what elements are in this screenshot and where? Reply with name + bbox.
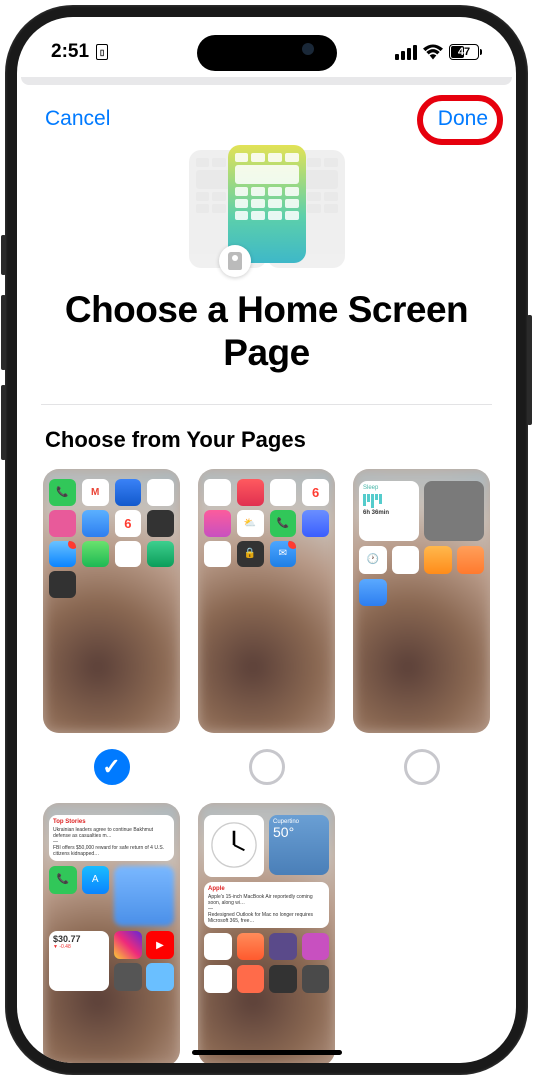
- sheet-backdrop: [21, 77, 512, 85]
- phone-app-icon: 📞: [49, 479, 76, 506]
- volume-up-button: [1, 295, 6, 370]
- hero-illustration: [17, 139, 516, 275]
- page-radio-selected[interactable]: [94, 749, 130, 785]
- widget: [424, 481, 484, 541]
- news-widget-2: Apple Apple's 15-inch MacBook Air report…: [204, 882, 329, 928]
- cellular-signal-icon: [395, 45, 417, 60]
- app-icon: [302, 965, 330, 993]
- mail-app-icon: ✉: [270, 541, 297, 568]
- phone-frame: 2:51 ▯ 47: [5, 5, 528, 1075]
- focus-badge-icon: [219, 245, 251, 277]
- sim-icon: ▯: [96, 44, 108, 60]
- app-icon: [237, 933, 265, 961]
- app-icon: [302, 510, 329, 537]
- app-icon: [49, 510, 76, 537]
- app-icon: [49, 541, 76, 568]
- app-icon: [302, 933, 330, 961]
- page-radio[interactable]: [249, 749, 285, 785]
- page-thumbnail: Sleep 6h 36min 🕐: [353, 469, 490, 732]
- widget: [114, 866, 174, 926]
- appstore-app-icon: A: [82, 866, 110, 894]
- weather-widget: Cupertino 50°: [269, 815, 329, 875]
- dynamic-island: [197, 35, 337, 71]
- phone-app-icon: 📞: [49, 866, 77, 894]
- page-option-4[interactable]: Top Stories Ukrainian leaders agree to c…: [43, 803, 180, 1063]
- instagram-app-icon: [114, 931, 142, 959]
- done-button[interactable]: Done: [438, 107, 488, 131]
- section-header: Choose from Your Pages: [17, 405, 516, 469]
- page-option-1[interactable]: 📞 M ✱ 6 ▲: [43, 469, 180, 784]
- app-icon: [147, 541, 174, 568]
- wifi-icon: [423, 44, 443, 60]
- drive-app-icon: ▲: [115, 541, 142, 568]
- news-widget: Top Stories Ukrainian leaders agree to c…: [49, 815, 174, 862]
- volume-down-button: [1, 385, 6, 460]
- app-icon: [204, 541, 231, 568]
- status-time: 2:51: [51, 41, 89, 63]
- podcasts-app-icon: [269, 933, 297, 961]
- page-thumbnail: Top Stories Ukrainian leaders agree to c…: [43, 803, 180, 1063]
- app-icon: [204, 933, 232, 961]
- slack-app-icon: ✱: [147, 479, 174, 506]
- front-camera: [302, 43, 314, 55]
- page-option-3[interactable]: Sleep 6h 36min 🕐: [353, 469, 490, 784]
- app-icon: [82, 541, 109, 568]
- mute-switch: [1, 235, 6, 275]
- app-icon: [115, 479, 142, 506]
- calendar-app-icon: 6: [115, 510, 142, 537]
- cancel-button[interactable]: Cancel: [45, 107, 110, 131]
- app-icon: [237, 965, 265, 993]
- sleep-widget: Sleep 6h 36min: [359, 481, 419, 541]
- authenticator-app-icon: 🔒: [237, 541, 264, 568]
- app-icon: [269, 965, 297, 993]
- app-icon: [146, 963, 174, 991]
- app-icon: [147, 510, 174, 537]
- nav-bar: Cancel Done: [17, 85, 516, 139]
- calendar-app-icon: 6: [302, 479, 329, 506]
- app-icon: [204, 510, 231, 537]
- clock-app-icon: 🕐: [359, 546, 387, 574]
- page-thumbnail: 6 ⛅ 📞 🔒 ✉: [198, 469, 335, 732]
- page-option-2[interactable]: 6 ⛅ 📞 🔒 ✉: [198, 469, 335, 784]
- app-icon: ⛅: [237, 510, 264, 537]
- photos-app-icon: [424, 546, 452, 574]
- app-icon: [114, 963, 142, 991]
- app-icon: [237, 479, 264, 506]
- home-indicator[interactable]: [192, 1050, 342, 1055]
- page-title: Choose a Home Screen Page: [17, 275, 516, 404]
- screen: 2:51 ▯ 47: [17, 17, 516, 1063]
- youtube-app-icon: ▶: [146, 931, 174, 959]
- pages-grid: 📞 M ✱ 6 ▲: [17, 469, 516, 1063]
- app-icon: [82, 510, 109, 537]
- page-option-5[interactable]: Cupertino 50° Apple Apple's 15-inch MacB…: [198, 803, 335, 1063]
- page-thumbnail: Cupertino 50° Apple Apple's 15-inch MacB…: [198, 803, 335, 1063]
- app-icon: [359, 579, 387, 607]
- phone-app-icon: 📞: [270, 510, 297, 537]
- page-radio[interactable]: [404, 749, 440, 785]
- app-icon: [204, 479, 231, 506]
- stocks-widget: $30.77 ▼ -0.48: [49, 931, 109, 991]
- books-app-icon: [457, 546, 485, 574]
- app-icon: [392, 546, 420, 574]
- calculator-app-icon: [49, 571, 76, 598]
- page-thumbnail: 📞 M ✱ 6 ▲: [43, 469, 180, 732]
- power-button: [527, 315, 532, 425]
- app-icon: [270, 479, 297, 506]
- photos-app-icon: ✿: [204, 965, 232, 993]
- gmail-app-icon: M: [82, 479, 109, 506]
- clock-widget: [204, 815, 264, 878]
- battery-icon: 47: [449, 44, 482, 60]
